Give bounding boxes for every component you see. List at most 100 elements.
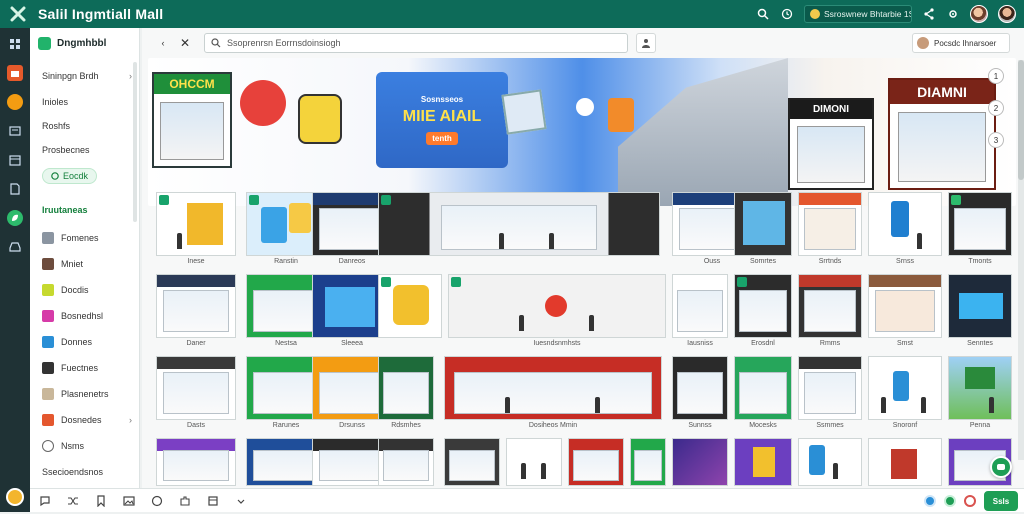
sidebar-scrollbar[interactable] bbox=[133, 62, 137, 222]
hero-banner[interactable]: OHCCM Sosnsseos MIIE AIAIL tenth DIMONI … bbox=[148, 58, 1016, 206]
sidebar-item-1[interactable]: Inioles bbox=[30, 92, 140, 112]
sidebar-item-15[interactable]: Ssecioendsnos bbox=[30, 462, 140, 482]
sidebar-item-12[interactable]: Plasnenetrs bbox=[30, 384, 140, 404]
store-card[interactable]: Rdsmhes bbox=[378, 356, 434, 432]
account-selector[interactable]: Ssroswnew Bhtarbie 1S bbox=[804, 5, 912, 23]
calendar-icon[interactable] bbox=[7, 152, 23, 168]
store-card[interactable] bbox=[378, 274, 442, 350]
sidebar-item-4[interactable]: Eocdk bbox=[30, 166, 140, 186]
leaf-icon[interactable] bbox=[7, 210, 23, 226]
list-icon[interactable] bbox=[7, 123, 23, 139]
share-icon[interactable] bbox=[922, 7, 936, 21]
store-image bbox=[734, 438, 792, 486]
sidebar-item-8[interactable]: Docdis bbox=[30, 280, 140, 300]
store-card-wide[interactable] bbox=[378, 192, 660, 268]
bookmark-icon[interactable] bbox=[94, 494, 108, 508]
status-dot-red[interactable] bbox=[964, 495, 976, 507]
store-card-label: Tmonts bbox=[968, 258, 992, 265]
user-avatar[interactable] bbox=[970, 5, 988, 23]
sidebar-item-14[interactable]: Nsms bbox=[30, 436, 140, 456]
person-figure bbox=[833, 463, 838, 479]
store-card-label: Rdsmhes bbox=[391, 422, 421, 429]
store-window bbox=[796, 126, 866, 183]
profile-button[interactable]: Pocsdc Ihnarsoer bbox=[912, 33, 1010, 53]
profile-badge-icon[interactable] bbox=[6, 488, 24, 506]
store-card[interactable]: Iausniss bbox=[672, 274, 728, 350]
sidebar-item-13[interactable]: Dosnedes › bbox=[30, 410, 140, 430]
app-logo-icon[interactable] bbox=[8, 4, 28, 24]
store-icon[interactable] bbox=[7, 65, 23, 81]
sidebar-header: Dngmhbbl bbox=[30, 28, 139, 58]
store-card[interactable]: Penna bbox=[948, 356, 1012, 432]
store-interior bbox=[874, 289, 936, 333]
emoji-icon[interactable] bbox=[150, 494, 164, 508]
sidebar-item-9[interactable]: Bosnedhsl bbox=[30, 306, 140, 326]
store-image bbox=[156, 192, 236, 256]
chat-icon[interactable] bbox=[38, 494, 52, 508]
search-icon[interactable] bbox=[756, 7, 770, 21]
store-image bbox=[630, 438, 666, 486]
back-icon[interactable]: ‹ bbox=[154, 34, 172, 52]
slide-dot[interactable]: 2 bbox=[988, 100, 1004, 116]
store-card-label: Inese bbox=[187, 258, 205, 265]
clock-icon[interactable] bbox=[780, 7, 794, 21]
sidebar-item-3[interactable]: Prosbecnes bbox=[30, 140, 140, 160]
primary-action-button[interactable]: Ssls bbox=[984, 491, 1018, 511]
person-icon[interactable] bbox=[636, 33, 656, 53]
store-card-wide[interactable]: Iuesndsnmhsts bbox=[448, 274, 666, 350]
sidebar-item-10[interactable]: Donnes bbox=[30, 332, 140, 352]
store-sign-band bbox=[157, 275, 235, 287]
store-image-fill bbox=[187, 203, 223, 245]
store-card[interactable]: Smst bbox=[868, 274, 942, 350]
chevron-down-icon[interactable] bbox=[234, 494, 248, 508]
store-image bbox=[734, 274, 792, 338]
sidebar-item-11[interactable]: Fuectnes bbox=[30, 358, 140, 378]
person-figure bbox=[541, 463, 546, 479]
image-icon[interactable] bbox=[122, 494, 136, 508]
status-dot-blue[interactable] bbox=[924, 495, 936, 507]
store-card-wide[interactable]: Dosiheos Mmin bbox=[444, 356, 662, 432]
store-card[interactable]: Somrtes bbox=[734, 192, 792, 268]
slide-dot[interactable]: 3 bbox=[988, 132, 1004, 148]
status-dot-green[interactable] bbox=[944, 495, 956, 507]
promo-card[interactable]: Sosnsseos MIIE AIAIL tenth bbox=[376, 72, 508, 168]
store-card[interactable]: Daner bbox=[156, 274, 236, 350]
store-card[interactable]: Mocesks bbox=[734, 356, 792, 432]
file-icon[interactable] bbox=[7, 181, 23, 197]
main-scrollbar[interactable] bbox=[1018, 60, 1024, 460]
slide-dot[interactable]: 1 bbox=[988, 68, 1004, 84]
store-card[interactable]: Srrtnds bbox=[798, 192, 862, 268]
sidebar-item-6[interactable]: Fomenes bbox=[30, 228, 140, 248]
close-icon[interactable]: ✕ bbox=[176, 34, 194, 52]
shuffle-icon[interactable] bbox=[66, 494, 80, 508]
store-image-fill bbox=[325, 287, 375, 327]
store-card[interactable]: Inese bbox=[156, 192, 236, 268]
store-card[interactable]: Snoronf bbox=[868, 356, 942, 432]
store-image bbox=[948, 274, 1012, 338]
store-card-label: Iuesndsnmhsts bbox=[533, 340, 581, 347]
store-card[interactable]: Ssmmes bbox=[798, 356, 862, 432]
store-card[interactable]: Dasts bbox=[156, 356, 236, 432]
store-card[interactable]: Rmms bbox=[798, 274, 862, 350]
chat-fab-icon[interactable] bbox=[990, 456, 1012, 478]
orders-icon[interactable] bbox=[7, 94, 23, 110]
sidebar-pill[interactable]: Eocdk bbox=[42, 168, 98, 184]
store-card[interactable]: Senntes bbox=[948, 274, 1012, 350]
sidebar-item-0[interactable]: Sininpgn Brdh › bbox=[30, 66, 140, 86]
calendar-icon[interactable] bbox=[206, 494, 220, 508]
store-card[interactable]: Erosdnl bbox=[734, 274, 792, 350]
sidebar-item-2[interactable]: Roshfs bbox=[30, 116, 140, 136]
sidebar-item-7[interactable]: Mniet bbox=[30, 254, 140, 274]
store-card[interactable]: Tmonts bbox=[948, 192, 1012, 268]
banner-appliance-image bbox=[501, 89, 547, 135]
settings-icon[interactable] bbox=[946, 7, 960, 21]
workspace-icon[interactable] bbox=[7, 36, 23, 52]
user-avatar-secondary[interactable] bbox=[998, 5, 1016, 23]
store-card[interactable]: Srnss bbox=[868, 192, 942, 268]
search-input[interactable]: Ssoprenrsn Eorrnsdoinsiogh bbox=[204, 33, 628, 53]
puzzle-icon[interactable] bbox=[178, 494, 192, 508]
store-window bbox=[898, 112, 986, 182]
inbox-icon[interactable] bbox=[7, 239, 23, 255]
store-card[interactable]: Sunnss bbox=[672, 356, 728, 432]
main-scrollbar-thumb[interactable] bbox=[1018, 60, 1024, 180]
